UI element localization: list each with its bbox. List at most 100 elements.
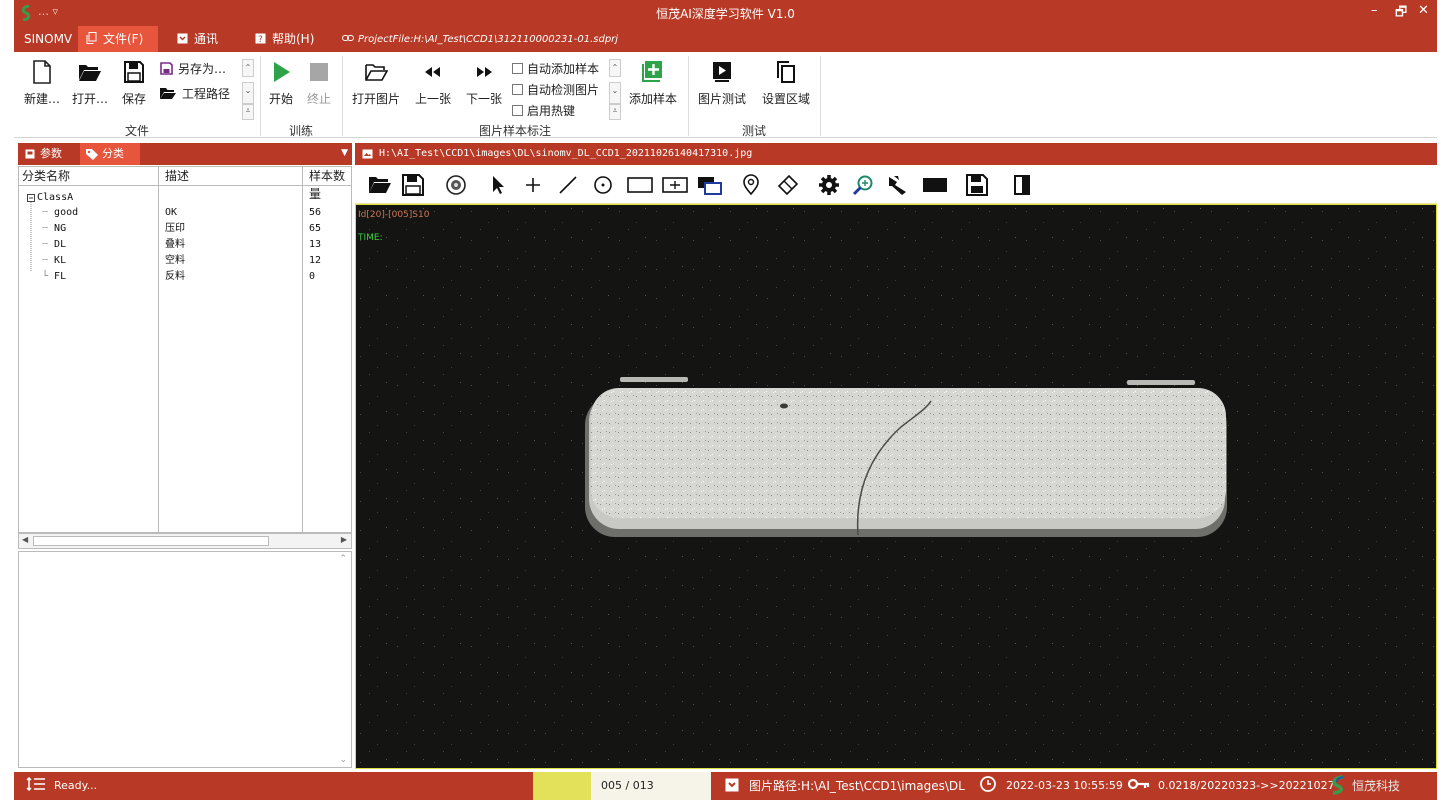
grid-rect-icon[interactable] <box>661 174 689 196</box>
save-disk-icon[interactable] <box>965 174 989 196</box>
brand-name: 恒茂科技 <box>1352 779 1401 793</box>
status-license: 0.0218/20220323->>20221027 <box>1127 772 1335 800</box>
circle-icon[interactable] <box>591 174 615 196</box>
video-play-icon <box>713 62 731 82</box>
viewer-toolbar <box>355 166 1437 204</box>
hotkey-label: 启用热键 <box>527 104 576 118</box>
row-count: 13 <box>309 239 322 250</box>
open-folder-icon[interactable] <box>368 174 392 196</box>
tab-params-label: 参数 <box>40 147 62 160</box>
start-label: 开始 <box>268 92 293 106</box>
scroll-left-icon[interactable]: ◀ <box>22 535 28 544</box>
file-group-expand[interactable]: ⩡ <box>242 104 254 120</box>
menu-file[interactable]: 文件(F) <box>78 26 158 52</box>
open-button[interactable]: 打开… <box>70 60 110 107</box>
zoom-icon[interactable] <box>851 174 875 196</box>
menu-comm-label: 通讯 <box>194 32 219 46</box>
stop-button[interactable]: 终止 <box>304 60 334 107</box>
table-row[interactable]: ┄ good <box>42 205 78 221</box>
hotkey-checkbox[interactable]: 启用热键 <box>512 102 575 119</box>
column-header-desc[interactable]: 描述 <box>165 167 189 185</box>
close-button[interactable]: ✕ <box>1418 3 1429 18</box>
location-icon[interactable] <box>739 174 763 196</box>
auto-add-checkbox[interactable]: 自动添加样本 <box>512 60 599 77</box>
fill-rect-icon[interactable] <box>921 174 949 196</box>
tree-root[interactable]: ClassA <box>37 190 73 206</box>
start-button[interactable]: 开始 <box>266 60 296 107</box>
table-row[interactable]: └ FL <box>42 269 66 285</box>
scroll-up-icon[interactable]: ⌃ <box>339 554 347 564</box>
auto-add-label: 自动添加样本 <box>527 62 600 76</box>
next-label: 下一张 <box>465 92 502 106</box>
row-count: 0 <box>309 271 316 282</box>
play-icon <box>274 62 290 82</box>
save-as-icon <box>160 62 173 75</box>
annotate-expand[interactable]: ⩡ <box>609 104 621 120</box>
rectangle-icon[interactable] <box>626 174 654 196</box>
table-row[interactable]: ┄ KL <box>42 253 66 269</box>
scroll-down-icon[interactable]: ⌄ <box>339 755 347 765</box>
restore-button[interactable]: 🗗 <box>1395 3 1407 25</box>
table-row[interactable]: ┄ NG <box>42 221 66 237</box>
menu-brand[interactable]: SINOMV <box>16 26 80 52</box>
status-image-path-label: 图片路径:H:\AI_Test\CCD1\images\DL <box>749 779 965 793</box>
project-path-button[interactable]: 工程路径 <box>160 85 230 102</box>
image-icon <box>362 149 373 159</box>
camera-icon[interactable] <box>444 174 468 196</box>
gear-icon[interactable] <box>817 174 841 196</box>
scroll-right-icon[interactable]: ▶ <box>341 535 347 544</box>
minimize-button[interactable]: – <box>1371 3 1378 18</box>
brush-icon[interactable] <box>886 174 910 196</box>
table-row[interactable]: ┄ DL <box>42 237 66 253</box>
prev-image-button[interactable]: 上一张 <box>411 60 455 107</box>
stop-icon <box>310 63 328 81</box>
tab-classify-label: 分类 <box>102 147 124 160</box>
annotate-spin-up[interactable]: ⌃ <box>609 59 621 77</box>
project-file-path: ProjectFile:H:\AI_Test\CCD1\312110000231… <box>342 26 618 54</box>
panel-dropdown-icon[interactable]: ▼ <box>341 148 348 158</box>
checkbox-icon <box>512 105 523 116</box>
tab-classify[interactable]: 分类 <box>80 143 140 165</box>
menu-comm[interactable]: 通讯 <box>169 26 226 52</box>
tree-root-label: ClassA <box>37 192 74 203</box>
row-desc: 压印 <box>165 223 185 234</box>
horizontal-scrollbar[interactable]: ◀ ▶ <box>18 533 352 549</box>
column-header-count[interactable]: 样本数量 <box>309 167 351 201</box>
add-sample-button[interactable]: 添加样本 <box>626 60 680 107</box>
status-bar: Ready... 图片路径:H:\AI_Test\CCD1\images\DL … <box>14 772 1437 800</box>
menu-help[interactable]: ? 帮助(H) <box>247 26 322 52</box>
layers-icon[interactable] <box>696 174 724 196</box>
image-test-button[interactable]: 图片测试 <box>696 60 748 107</box>
status-image-path: 图片路径:H:\AI_Test\CCD1\images\DL <box>725 772 965 800</box>
open-image-button[interactable]: 打开图片 <box>348 60 404 107</box>
status-datetime-label: 2022-03-23 10:55:59 <box>1006 779 1123 792</box>
folder-open-icon <box>79 65 101 81</box>
image-viewer[interactable]: Id[20]-[005]S10 TIME: <box>355 204 1437 769</box>
row-name: good <box>54 207 79 218</box>
brand-logo-icon <box>1332 775 1344 795</box>
status-ready: Ready... <box>26 772 97 800</box>
save-as-button[interactable]: 另存为… <box>160 60 226 77</box>
pointer-icon[interactable] <box>486 174 510 196</box>
clock-icon <box>980 776 996 792</box>
next-image-button[interactable]: 下一张 <box>462 60 506 107</box>
line-icon[interactable] <box>556 174 580 196</box>
new-file-icon <box>33 60 51 84</box>
column-header-name[interactable]: 分类名称 <box>22 167 70 185</box>
new-button[interactable]: 新建… <box>22 60 62 107</box>
scroll-thumb[interactable] <box>33 536 269 546</box>
split-view-icon[interactable] <box>1010 174 1034 196</box>
crosshair-icon[interactable] <box>521 174 545 196</box>
row-count: 12 <box>309 255 322 266</box>
eraser-icon[interactable] <box>775 174 799 196</box>
tab-params[interactable]: 参数 <box>18 143 78 165</box>
save-as-dropdown[interactable]: ⌃ <box>242 59 254 77</box>
annotate-spin-down[interactable]: ⌄ <box>609 82 621 104</box>
auto-detect-checkbox[interactable]: 自动检测图片 <box>512 81 599 98</box>
set-region-button[interactable]: 设置区域 <box>758 60 814 107</box>
project-path-dropdown[interactable]: ⌄ <box>242 82 254 104</box>
status-license-label: 0.0218/20220323->>20221027 <box>1158 779 1335 792</box>
app-window: … ▿ 恒茂AI深度学习软件 V1.0 – 🗗 ✕ SINOMV 文件(F) 通… <box>14 0 1437 800</box>
save-button[interactable]: 保存 <box>118 60 150 107</box>
save-icon[interactable] <box>401 174 425 196</box>
